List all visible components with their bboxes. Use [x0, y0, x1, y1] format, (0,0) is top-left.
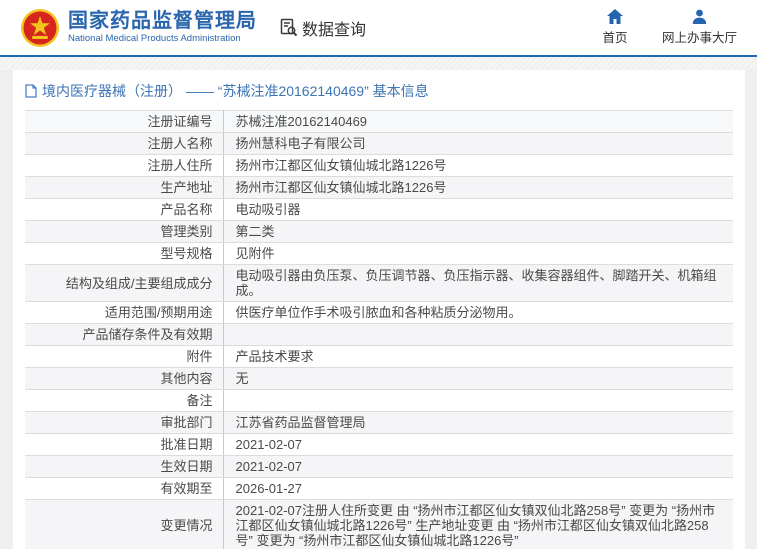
org-name-en: National Medical Products Administration [68, 34, 257, 44]
row-label: 有效期至 [25, 478, 223, 500]
row-value: 扬州市江都区仙女镇仙城北路1226号 [223, 177, 733, 199]
org-name-zh: 国家药品监督管理局 [68, 10, 257, 32]
row-label: 管理类别 [25, 221, 223, 243]
row-value: 第二类 [223, 221, 733, 243]
registration-info-table: 注册证编号苏械注准20162140469注册人名称扬州慧科电子有限公司注册人住所… [25, 110, 733, 549]
brand: 国家药品监督管理局 National Medical Products Admi… [68, 10, 257, 44]
header: 国家药品监督管理局 National Medical Products Admi… [0, 0, 757, 57]
row-value: 江苏省药品监督管理局 [223, 412, 733, 434]
table-row: 结构及组成/主要组成成分电动吸引器由负压泵、负压调节器、负压指示器、收集容器组件… [25, 265, 733, 302]
table-row: 生效日期2021-02-07 [25, 456, 733, 478]
nav-home[interactable]: 首页 [598, 9, 632, 46]
table-row: 审批部门江苏省药品监督管理局 [25, 412, 733, 434]
row-label: 注册人名称 [25, 133, 223, 155]
row-value: 供医疗单位作手术吸引脓血和各种粘质分泌物用。 [223, 302, 733, 324]
row-value: 2021-02-07 [223, 434, 733, 456]
row-value: 产品技术要求 [223, 346, 733, 368]
row-value: 2021-02-07 [223, 456, 733, 478]
row-value: 苏械注准20162140469 [223, 111, 733, 133]
row-value: 见附件 [223, 243, 733, 265]
document-search-icon [279, 18, 298, 37]
table-row: 批准日期2021-02-07 [25, 434, 733, 456]
row-value: 无 [223, 368, 733, 390]
table-row: 注册人名称扬州慧科电子有限公司 [25, 133, 733, 155]
table-row: 生产地址扬州市江都区仙女镇仙城北路1226号 [25, 177, 733, 199]
header-nav: 首页 网上办事大厅 [598, 9, 743, 46]
row-value: 2026-01-27 [223, 478, 733, 500]
breadcrumb: 境内医疗器械（注册） —— “苏械注准20162140469” 基本信息 [13, 79, 745, 110]
row-value: 2021-02-07注册人住所变更 由 “扬州市江都区仙女镇双仙北路258号” … [223, 500, 733, 549]
nav-home-label: 首页 [602, 27, 627, 46]
table-row: 有效期至2026-01-27 [25, 478, 733, 500]
nav-service-label: 网上办事大厅 [662, 27, 737, 46]
breadcrumb-text: 境内医疗器械（注册） —— “苏械注准20162140469” 基本信息 [42, 81, 429, 101]
row-label: 型号规格 [25, 243, 223, 265]
table-row: 管理类别第二类 [25, 221, 733, 243]
row-value [223, 390, 733, 412]
row-value [223, 324, 733, 346]
table-row: 产品名称电动吸引器 [25, 199, 733, 221]
row-label: 注册人住所 [25, 155, 223, 177]
user-icon [692, 9, 707, 24]
row-label: 适用范围/预期用途 [25, 302, 223, 324]
row-value: 扬州市江都区仙女镇仙城北路1226号 [223, 155, 733, 177]
main-content: 境内医疗器械（注册） —— “苏械注准20162140469” 基本信息 注册证… [13, 70, 745, 549]
row-label: 产品储存条件及有效期 [25, 324, 223, 346]
row-label: 结构及组成/主要组成成分 [25, 265, 223, 302]
header-divider [0, 57, 757, 70]
home-icon [607, 9, 623, 24]
table-row: 适用范围/预期用途供医疗单位作手术吸引脓血和各种粘质分泌物用。 [25, 302, 733, 324]
row-label: 批准日期 [25, 434, 223, 456]
row-label: 变更情况 [25, 500, 223, 549]
row-value: 扬州慧科电子有限公司 [223, 133, 733, 155]
table-row: 型号规格见附件 [25, 243, 733, 265]
table-row: 注册人住所扬州市江都区仙女镇仙城北路1226号 [25, 155, 733, 177]
nav-online-service-hall[interactable]: 网上办事大厅 [662, 9, 737, 46]
row-value: 电动吸引器由负压泵、负压调节器、负压指示器、收集容器组件、脚踏开关、机箱组成。 [223, 265, 733, 302]
document-icon [25, 84, 37, 98]
table-row: 其他内容无 [25, 368, 733, 390]
row-label: 附件 [25, 346, 223, 368]
row-label: 生效日期 [25, 456, 223, 478]
data-query-label: 数据查询 [302, 16, 366, 40]
table-row: 附件产品技术要求 [25, 346, 733, 368]
table-row: 注册证编号苏械注准20162140469 [25, 111, 733, 133]
row-label: 注册证编号 [25, 111, 223, 133]
table-row: 备注 [25, 390, 733, 412]
row-label: 生产地址 [25, 177, 223, 199]
info-table-body: 注册证编号苏械注准20162140469注册人名称扬州慧科电子有限公司注册人住所… [25, 111, 733, 549]
data-query-button[interactable]: 数据查询 [279, 16, 366, 40]
row-label: 备注 [25, 390, 223, 412]
row-label: 审批部门 [25, 412, 223, 434]
table-row: 变更情况2021-02-07注册人住所变更 由 “扬州市江都区仙女镇双仙北路25… [25, 500, 733, 549]
table-row: 产品储存条件及有效期 [25, 324, 733, 346]
row-value: 电动吸引器 [223, 199, 733, 221]
row-label: 其他内容 [25, 368, 223, 390]
national-emblem-logo [20, 8, 60, 48]
row-label: 产品名称 [25, 199, 223, 221]
